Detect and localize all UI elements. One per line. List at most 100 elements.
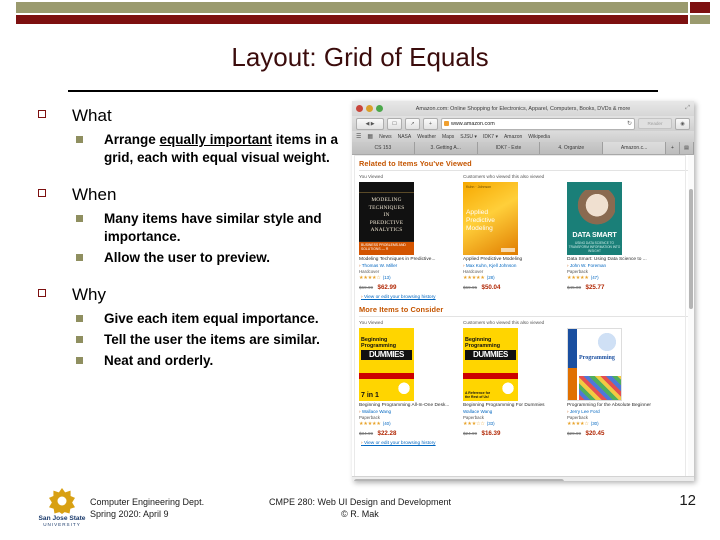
bullet-level2-why-2: Tell the user the items are similar. <box>30 331 346 349</box>
reader-mode-button[interactable]: Reader <box>638 118 672 129</box>
review-count[interactable]: (28) <box>487 275 495 281</box>
bookmark-maps[interactable]: Maps <box>442 134 454 140</box>
bookmark-idk7[interactable]: IDK7 ▾ <box>483 134 498 140</box>
amazon-favicon-icon <box>444 121 449 126</box>
tab-getting-a[interactable]: 3. Getting A... <box>414 142 478 154</box>
book-binding: Paperback <box>463 415 484 420</box>
sale-price: $22.28 <box>377 430 397 437</box>
review-count[interactable]: (47) <box>591 275 599 281</box>
bookmark-wikipedia[interactable]: Wikipedia <box>528 134 550 140</box>
book-cover-data-smart[interactable]: DATA SMART USING DATA SCIENCE TO TRANSFO… <box>567 182 622 255</box>
cover-line: DATA SMART <box>572 230 617 239</box>
book-cover-beginning-programming-aio[interactable]: Beginning Programming DUMMIES 7 in 1 <box>359 328 414 401</box>
book-card[interactable]: MODELING TECHNIQUES IN PREDICTIVE ANALYT… <box>359 182 463 291</box>
bullet-text-pre: Arrange <box>104 132 160 147</box>
filled-square-bullet-icon <box>76 357 83 364</box>
bookmark-weather[interactable]: Weather <box>417 134 436 140</box>
book-cover-modeling-techniques[interactable]: MODELING TECHNIQUES IN PREDICTIVE ANALYT… <box>359 182 414 255</box>
share-icon[interactable]: ↗ <box>405 117 420 130</box>
reload-icon[interactable]: ↻ <box>627 120 632 127</box>
new-tab-button[interactable]: + <box>665 142 680 154</box>
book-card[interactable]: Programming Programming for the Absolute… <box>567 328 671 437</box>
resize-icon[interactable]: ⤢ <box>685 105 690 112</box>
tab-overview-icon[interactable]: ▤ <box>679 142 694 154</box>
book-binding: Paperback <box>567 269 588 274</box>
review-count[interactable]: (40) <box>383 421 391 427</box>
downloads-icon[interactable]: ◉ <box>675 117 690 130</box>
book-cover-beginning-programming-dummies[interactable]: Beginning Programming DUMMIES A Referenc… <box>463 328 518 401</box>
slide-page-number: 12 <box>679 492 696 509</box>
browser-tab-bar: CS 153 3. Getting A... IDK7 - Exte 4. Or… <box>352 142 694 154</box>
horizontal-scrollbar-thumb[interactable] <box>354 479 564 481</box>
bullet-level1-label: What <box>72 106 112 125</box>
browser-titlebar: Amazon.com: Online Shopping for Electron… <box>352 101 694 116</box>
cover-line: MODELING <box>371 197 402 203</box>
sale-price: $62.99 <box>377 284 397 291</box>
decor-checker-bottom-right <box>690 15 710 24</box>
hollow-square-bullet-icon <box>38 110 46 118</box>
browser-chrome: Amazon.com: Online Shopping for Electron… <box>352 101 694 155</box>
book-card[interactable]: Beginning Programming DUMMIES 7 in 1 Beg… <box>359 328 463 437</box>
back-forward-buttons[interactable]: ◀ ▶ <box>356 117 384 130</box>
add-tab-icon[interactable]: + <box>423 117 438 130</box>
cover-photo <box>579 332 619 352</box>
book-card[interactable]: Beginning Programming DUMMIES A Referenc… <box>463 328 567 437</box>
review-count[interactable]: (13) <box>383 275 391 281</box>
bullet-level1-when: When <box>30 183 346 206</box>
section-heading-more-items: More Items to Consider <box>359 305 444 314</box>
bookmark-amazon[interactable]: Amazon <box>504 134 522 140</box>
publisher-logo-icon <box>501 248 515 252</box>
col-header-also-viewed: Customers who viewed this also viewed <box>463 320 545 325</box>
list-price: $69.99 <box>359 285 374 290</box>
cover-footer: BUSINESS PROBLEMS AND SOLUTIONS — R <box>361 243 406 251</box>
book-card[interactable]: DATA SMART USING DATA SCIENCE TO TRANSFO… <box>567 182 671 291</box>
book-price: $69.95 $50.04 <box>463 281 567 291</box>
bullet-text: Many items have similar style and import… <box>104 211 322 244</box>
browsing-history-link-label: View or edit your browsing history <box>363 441 436 446</box>
bookmark-nasa[interactable]: NASA <box>398 134 412 140</box>
bullet-text: Give each item equal importance. <box>104 311 319 326</box>
footer-course: CMPE 280: Web UI Design and Development <box>269 497 451 507</box>
reading-list-icon[interactable]: ☰ <box>356 133 361 140</box>
cover-photo <box>575 190 615 228</box>
book-author-name: Jerry Lee Ford <box>569 409 600 414</box>
book-author-name: Thomas W. Miller <box>361 263 398 268</box>
footer-center: CMPE 280: Web UI Design and Development … <box>0 496 720 520</box>
book-cover-applied-predictive-modeling[interactable]: Kuhn · Johnson Applied Predictive Modeli… <box>463 182 518 255</box>
tab-idk7-exte[interactable]: IDK7 - Exte <box>477 142 541 154</box>
bullet-text: Tell the user the items are similar. <box>104 332 320 347</box>
bookmarks-bar: ☰ ▦ News NASA Weather Maps SJSU ▾ IDK7 ▾… <box>352 131 694 142</box>
review-count[interactable]: (33) <box>487 421 495 427</box>
section-heading-related: Related to Items You've Viewed <box>359 159 472 168</box>
book-price: $45.00 $25.77 <box>567 281 671 291</box>
review-count[interactable]: (30) <box>591 421 599 427</box>
cover-line: Programming <box>579 355 615 361</box>
vertical-scrollbar-thumb[interactable] <box>689 189 693 309</box>
bullet-group-why: Why Give each item equal importance. Tel… <box>30 283 346 370</box>
cover-footer: Kuhn · Johnson <box>466 185 492 189</box>
bookmark-news[interactable]: News <box>379 134 392 140</box>
horizontal-scrollbar-track[interactable] <box>352 476 694 481</box>
cover-line: Programming <box>465 343 501 349</box>
tab-organize[interactable]: 4. Organize <box>540 142 604 154</box>
book-author-name: Wallace Wang <box>463 409 493 414</box>
browsing-history-link-label: View or edit your browsing history <box>363 295 436 300</box>
address-bar[interactable]: www.amazon.com ↻ <box>441 117 635 130</box>
dummies-mascot-icon <box>500 382 516 400</box>
sidebar-toggle-icon[interactable]: ☐ <box>387 117 402 130</box>
sjsu-logo-line2: UNIVERSITY <box>43 522 81 527</box>
book-cover-programming-absolute-beginner[interactable]: Programming <box>567 328 622 401</box>
tab-cs153[interactable]: CS 153 <box>352 142 415 154</box>
bullet-group-what: What Arrange equally important items in … <box>30 104 346 167</box>
filled-square-bullet-icon <box>76 136 83 143</box>
book-price: $34.99 $22.28 <box>359 427 463 437</box>
browsing-history-link-1[interactable]: › View or edit your browsing history <box>361 295 688 300</box>
tab-amazon[interactable]: Amazon.c... <box>603 142 666 154</box>
amazon-page-viewport[interactable]: Related to Items You've Viewed You Viewe… <box>352 155 694 481</box>
top-sites-icon[interactable]: ▦ <box>367 133 373 140</box>
bullet-level1-why: Why <box>30 283 346 306</box>
book-card[interactable]: Kuhn · Johnson Applied Predictive Modeli… <box>463 182 567 291</box>
bookmark-sjsu[interactable]: SJSU ▾ <box>460 134 477 140</box>
browsing-history-link-2[interactable]: › View or edit your browsing history <box>361 441 688 446</box>
list-price: $45.00 <box>567 285 582 290</box>
